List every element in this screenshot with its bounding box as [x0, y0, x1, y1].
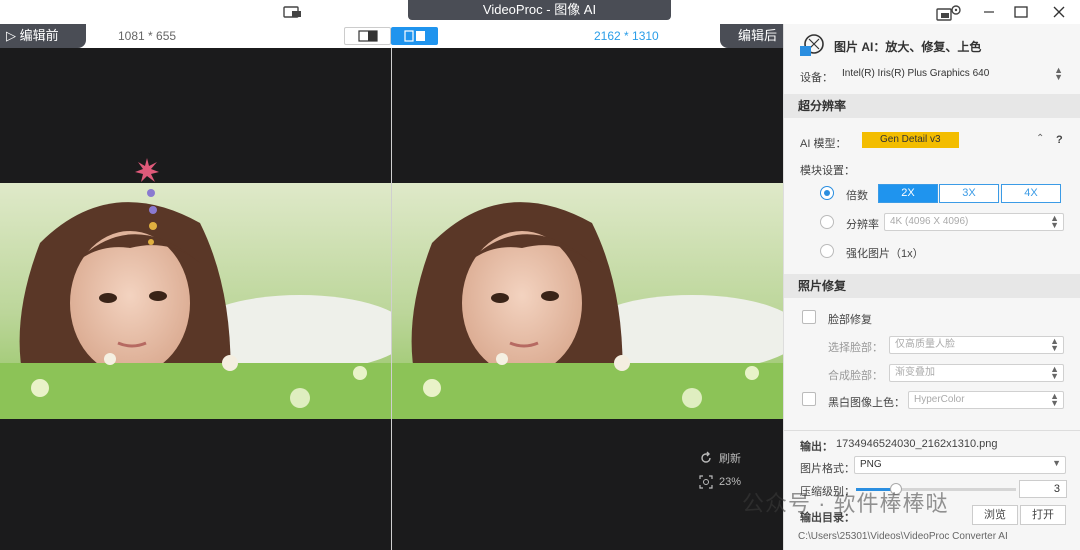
select-face-value: 仅高质量人脸 [895, 339, 955, 350]
photo-repair-heading: 照片修复 [784, 274, 1080, 298]
refresh-button[interactable]: 刷新 [695, 446, 773, 470]
select-face-label: 选择脸部： [828, 342, 883, 354]
face-repair-checkbox[interactable] [802, 310, 816, 324]
output-filename: 1734946524030_2162x1310.png [836, 438, 998, 450]
resolution-label: 分辨率 [846, 219, 879, 231]
resolution-value: 4K (4096 X 4096) [890, 216, 969, 227]
maximize-button[interactable] [1004, 0, 1038, 24]
scale-2x-button[interactable]: 2X [878, 184, 938, 203]
window-title: VideoProc - 图像 AI [408, 0, 671, 20]
open-button[interactable]: 打开 [1020, 505, 1066, 525]
after-resolution: 2162 * 1310 [594, 29, 659, 43]
after-tab[interactable]: 编辑后 ◁ [720, 24, 783, 67]
format-value: PNG [860, 459, 882, 470]
resolution-select[interactable]: 4K (4096 X 4096) ▲ ▼ [884, 213, 1064, 231]
refresh-label: 刷新 [719, 453, 741, 465]
toolbox-icon[interactable] [936, 4, 962, 21]
watermark-text: 公众号 · 软件棒棒哒 [742, 491, 949, 516]
before-resolution: 1081 * 655 [118, 29, 177, 43]
play-triangle-icon: ▷ [6, 28, 16, 43]
sparkle-decoration-icon [135, 158, 159, 245]
minimize-button[interactable] [972, 0, 1006, 24]
before-photo [0, 183, 391, 419]
chevron-down-icon: ▼ [1052, 458, 1061, 468]
device-value: Intel(R) Iris(R) Plus Graphics 640 [842, 68, 990, 79]
blend-face-value: 渐变叠加 [895, 367, 935, 378]
output-label: 输出： [800, 441, 833, 453]
before-label: 编辑前 [19, 28, 59, 43]
colorize-value: HyperColor [914, 394, 965, 405]
preview-area [0, 48, 783, 550]
resolution-radio[interactable] [820, 215, 834, 229]
close-button[interactable] [1042, 0, 1076, 24]
settings-panel: 图片 AI：放大、修复、上色 设备： Intel(R) Iris(R) Plus… [783, 24, 1080, 550]
colorize-label: 黑白图像上色： [828, 397, 905, 409]
scale-label: 倍数 [846, 190, 868, 202]
title-bar: VideoProc - 图像 AI [0, 0, 1080, 24]
updown-arrow-icon: ▲ ▼ [1050, 364, 1059, 381]
format-select[interactable]: PNG ▼ [854, 456, 1066, 474]
colorize-select[interactable]: HyperColor ▲ ▼ [908, 391, 1064, 409]
compression-value[interactable]: 3 [1019, 480, 1067, 498]
model-help-icon[interactable]: ? [1056, 134, 1063, 146]
updown-arrow-icon: ▲ ▼ [1050, 391, 1059, 408]
before-tab[interactable]: ▷ 编辑前 [0, 24, 86, 48]
after-photo [392, 183, 783, 419]
divider [784, 430, 1080, 431]
device-label: 设备： [800, 72, 833, 84]
zoom-level: 23% [719, 476, 742, 488]
output-directory-path: C:\Users\25301\Videos\VideoProc Converte… [798, 531, 1008, 542]
ai-model-select[interactable]: Gen Detail v3 [862, 132, 959, 148]
enhance-radio[interactable] [820, 244, 834, 258]
scale-radio[interactable] [820, 186, 834, 200]
image-ai-icon [800, 34, 824, 56]
enhance-label: 强化图片（1x） [846, 248, 924, 260]
screen-record-icon[interactable] [283, 4, 303, 20]
zoom-icon [699, 475, 713, 489]
after-label: 编辑后 [737, 28, 777, 43]
browse-button[interactable]: 浏览 [972, 505, 1018, 525]
select-face-select[interactable]: 仅高质量人脸 ▲ ▼ [889, 336, 1064, 354]
split-view-toggle[interactable] [344, 27, 391, 45]
scale-3x-button[interactable]: 3X [939, 184, 999, 203]
block-settings-label: 模块设置： [800, 165, 855, 177]
updown-arrow-icon: ▲ ▼ [1050, 336, 1059, 353]
compare-header: ▷ 编辑前 1081 * 655 2162 * 1310 编辑后 ◁ [0, 24, 783, 67]
panel-title: 图片 AI：放大、修复、上色 [834, 39, 982, 54]
panel-header: 图片 AI：放大、修复、上色 [798, 32, 981, 60]
device-select[interactable]: Intel(R) Iris(R) Plus Graphics 640 ▲ ▼ [837, 66, 1067, 84]
updown-arrow-icon: ▲ ▼ [1050, 213, 1059, 230]
updown-arrow-icon: ▲ ▼ [1054, 65, 1063, 82]
refresh-icon [701, 451, 711, 463]
ai-model-label: AI 模型： [800, 138, 847, 150]
blend-face-select[interactable]: 渐变叠加 ▲ ▼ [889, 364, 1064, 382]
side-by-side-toggle[interactable] [391, 27, 438, 45]
before-pane [0, 48, 391, 550]
super-resolution-heading: 超分辨率 [784, 94, 1080, 118]
face-repair-label: 脸部修复 [828, 314, 872, 326]
blend-face-label: 合成脸部： [828, 370, 883, 382]
chevron-updown-icon[interactable]: ⌃ [1036, 133, 1044, 144]
format-label: 图片格式： [800, 463, 855, 475]
colorize-checkbox[interactable] [802, 392, 816, 406]
scale-4x-button[interactable]: 4X [1001, 184, 1061, 203]
